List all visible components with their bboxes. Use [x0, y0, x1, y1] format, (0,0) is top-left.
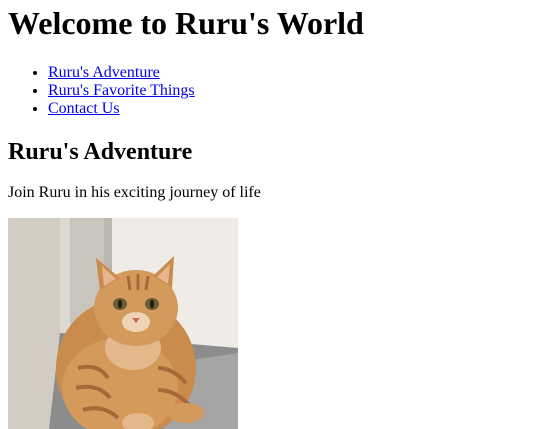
cat-photo [8, 218, 238, 429]
nav-item-contact: Contact Us [48, 100, 552, 118]
nav-item-favorite-things: Ruru's Favorite Things [48, 82, 552, 100]
nav-link-contact[interactable]: Contact Us [48, 100, 120, 117]
nav-link-favorite-things[interactable]: Ruru's Favorite Things [48, 82, 195, 99]
nav-list: Ruru's Adventure Ruru's Favorite Things … [8, 64, 552, 118]
cat-photo-illustration [8, 218, 238, 429]
section-text: Join Ruru in his exciting journey of lif… [8, 184, 261, 201]
nav-item-adventure: Ruru's Adventure [48, 64, 552, 82]
page: Welcome to Ruru's World Ruru's Adventure… [0, 6, 560, 429]
nav-link-adventure[interactable]: Ruru's Adventure [48, 64, 160, 81]
section-heading: Ruru's Adventure [8, 139, 193, 165]
page-title: Welcome to Ruru's World [8, 5, 364, 41]
